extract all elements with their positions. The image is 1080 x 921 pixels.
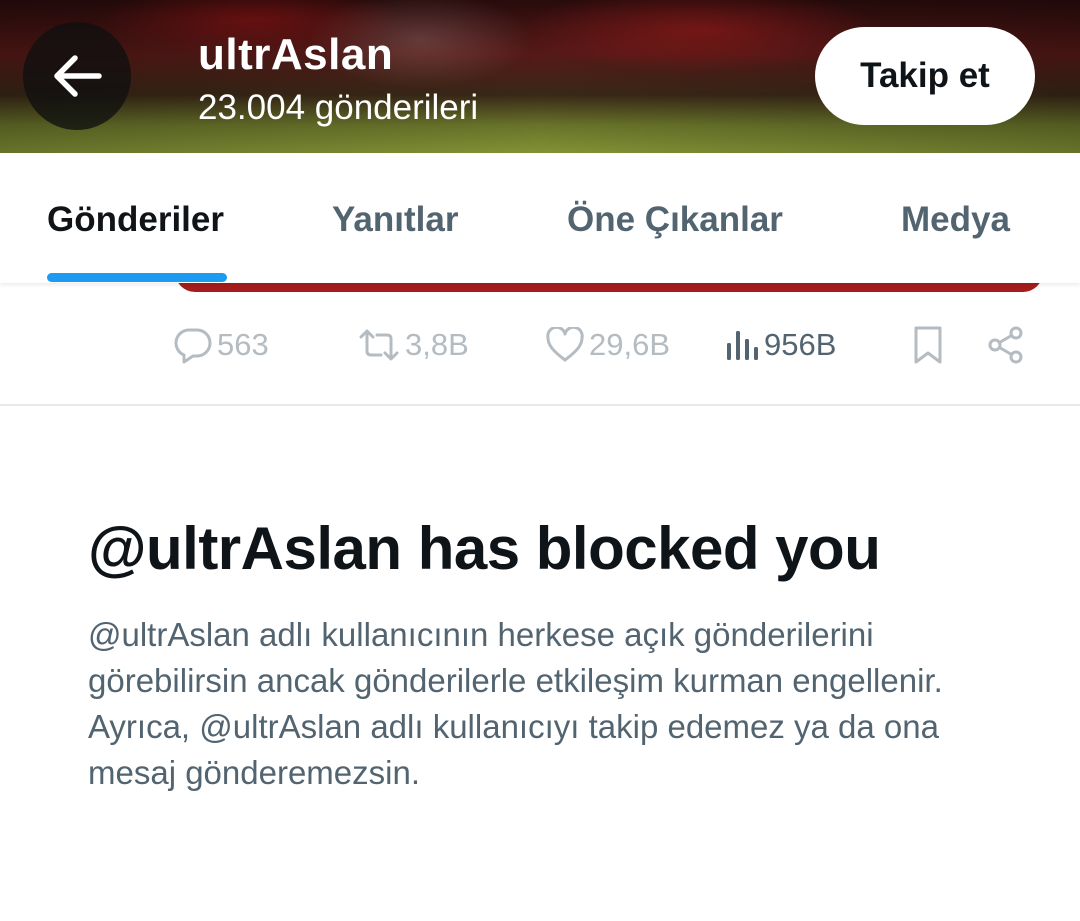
share-button[interactable] xyxy=(987,324,1025,366)
tab-posts[interactable]: Gönderiler xyxy=(47,200,224,240)
repost-count: 3,8B xyxy=(405,327,469,362)
tab-media[interactable]: Medya xyxy=(901,200,1010,240)
post-action-bar: 563 3,8B 29,6B 956B xyxy=(0,300,1080,406)
tab-replies[interactable]: Yanıtlar xyxy=(332,200,458,240)
post-count: 23.004 gönderileri xyxy=(198,88,479,127)
repost-icon xyxy=(359,329,399,361)
share-icon xyxy=(988,326,1023,364)
views-count: 956B xyxy=(764,327,837,362)
like-button[interactable]: 29,6B xyxy=(545,324,670,366)
follow-button[interactable]: Takip et xyxy=(815,27,1035,125)
bookmark-icon xyxy=(914,326,942,364)
bookmark-button[interactable] xyxy=(911,324,945,366)
repost-button[interactable]: 3,8B xyxy=(357,324,469,366)
back-button[interactable] xyxy=(23,22,131,130)
profile-header: ultrAslan 23.004 gönderileri Takip et xyxy=(0,0,1080,153)
blocked-description: @ultrAslan adlı kullanıcının herkese açı… xyxy=(88,616,943,791)
reply-icon xyxy=(174,328,212,364)
like-count: 29,6B xyxy=(589,327,671,362)
profile-name: ultrAslan xyxy=(198,30,394,79)
profile-tabs: Gönderiler Yanıtlar Öne Çıkanlar Medya xyxy=(0,153,1080,283)
blocked-title: @ultrAslan has blocked you xyxy=(88,515,881,582)
views-button[interactable]: 956B xyxy=(724,324,836,366)
active-tab-indicator xyxy=(47,273,227,282)
reply-button[interactable]: 563 xyxy=(173,324,269,366)
views-icon xyxy=(727,331,758,360)
back-arrow-icon xyxy=(54,55,102,97)
reply-count: 563 xyxy=(217,327,269,362)
like-icon xyxy=(546,327,584,362)
tab-highlights[interactable]: Öne Çıkanlar xyxy=(567,200,783,240)
